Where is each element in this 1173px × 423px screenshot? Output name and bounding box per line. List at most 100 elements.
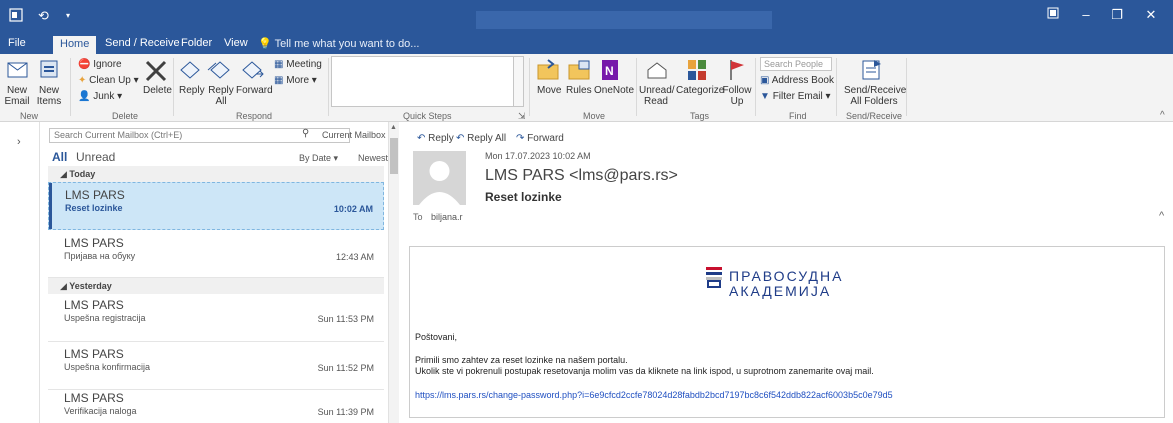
unread-read-icon <box>645 58 669 85</box>
collapse-header-icon[interactable]: ^ <box>1159 210 1164 222</box>
filter-unread[interactable]: Unread <box>76 150 115 164</box>
group-header-yesterday[interactable]: ◢ Yesterday <box>48 278 384 294</box>
tab-view[interactable]: View <box>224 37 248 49</box>
logo-line1: ПРАВОСУДНА <box>729 268 844 284</box>
reply-all-action[interactable]: ↶ Reply All <box>456 133 506 144</box>
restore-icon[interactable] <box>1043 7 1063 22</box>
reply-all-button[interactable]: Reply All <box>207 85 235 107</box>
categorize-icon <box>686 58 708 85</box>
reset-password-link[interactable]: https://lms.pars.rs/change-password.php?… <box>415 390 893 400</box>
delete-button[interactable]: Delete <box>143 85 172 96</box>
dialog-launcher-icon[interactable]: ⇲ <box>518 111 526 122</box>
message-sender: LMS PARS <box>64 391 124 405</box>
message-sender: LMS PARS <box>65 188 125 202</box>
sort-by-dropdown[interactable]: By Date ▾ <box>299 153 338 164</box>
forward-button[interactable]: Forward <box>236 85 273 96</box>
rules-icon <box>567 58 593 85</box>
to-recipient[interactable]: biljana.r <box>431 212 463 222</box>
search-icon[interactable]: ⚲ <box>302 128 309 139</box>
move-icon <box>536 58 562 85</box>
filter-icon: ▼ <box>760 91 770 102</box>
to-label: To <box>413 212 423 222</box>
delete-icon <box>143 58 169 87</box>
new-items-button[interactable]: New Items <box>32 85 66 107</box>
filter-email-button[interactable]: ▼ Filter Email ▾ <box>760 91 831 102</box>
forward-action[interactable]: ↷ Forward <box>516 133 564 144</box>
message-subject: Пријава на обуку <box>64 251 136 261</box>
quick-steps-gallery[interactable] <box>331 56 514 107</box>
message-sender-full[interactable]: LMS PARS <lms@pars.rs> <box>485 167 678 185</box>
search-scope-dropdown[interactable]: Current Mailbox ▾ <box>322 130 393 141</box>
reading-pane: ↶ Reply ↶ Reply All ↷ Forward Mon 17.07.… <box>401 122 1173 423</box>
more-icon: ▦ <box>274 75 284 86</box>
send-receive-all-button[interactable]: Send/Receive All Folders <box>844 85 906 107</box>
list-item[interactable]: LMS PARS Verifikacija naloga Sun 11:39 P… <box>48 390 384 423</box>
tell-me-text: Tell me what you want to do... <box>274 38 420 50</box>
group-send-receive-label: Send/Receive <box>846 111 903 121</box>
junk-button[interactable]: 👤 Junk ▾ <box>78 91 122 102</box>
cleanup-button[interactable]: ✦ Clean Up ▾ <box>78 75 139 86</box>
cleanup-icon: ✦ <box>78 75 87 86</box>
list-item[interactable]: LMS PARS Reset lozinke 10:02 AM <box>48 182 384 230</box>
customize-quick-access-icon[interactable]: ▾ <box>66 11 70 20</box>
title-search-box[interactable] <box>476 11 772 29</box>
divider <box>70 58 71 116</box>
message-list-scrollbar[interactable]: ▲ <box>388 122 399 423</box>
quick-steps-scroll[interactable] <box>514 56 524 107</box>
lightbulb-icon: 💡 <box>258 38 272 50</box>
list-item[interactable]: LMS PARS Uspešna konfirmacija Sun 11:52 … <box>48 342 384 390</box>
ribbon: New Email New Items New ⛔ Ignore ✦ Clean… <box>0 54 1173 122</box>
body-line1: Primili smo zahtev za reset lozinke na n… <box>415 355 628 365</box>
search-people-input[interactable]: Search People <box>760 57 832 71</box>
unread-read-button[interactable]: Unread/ Read <box>639 85 675 107</box>
message-subject: Reset lozinke <box>65 203 123 213</box>
email-body: ПРАВОСУДНА АКАДЕМИЈА Poštovani, Primili … <box>409 246 1165 418</box>
collapse-ribbon-icon[interactable]: ^ <box>1160 110 1165 121</box>
message-sender: LMS PARS <box>64 298 124 312</box>
new-items-icon <box>38 58 60 83</box>
message-date: Mon 17.07.2023 10:02 AM <box>485 151 591 161</box>
list-item[interactable]: LMS PARS Пријава на обуку 12:43 AM <box>48 230 384 278</box>
follow-up-flag-icon <box>727 58 747 85</box>
expand-folder-pane-icon[interactable]: › <box>17 136 21 148</box>
reply-all-icon <box>206 58 234 85</box>
tab-file[interactable]: File <box>8 37 26 49</box>
outlook-icon[interactable] <box>9 8 23 25</box>
close-icon[interactable]: ✕ <box>1141 7 1161 23</box>
tell-me-box[interactable]: 💡 Tell me what you want to do... <box>258 37 419 50</box>
list-item[interactable]: LMS PARS Uspešna registracija Sun 11:53 … <box>48 294 384 342</box>
message-time: 12:43 AM <box>335 252 374 262</box>
body-line2: Ukolik ste vi pokrenuli postupak resetov… <box>415 366 874 376</box>
new-email-button[interactable]: New Email <box>1 85 33 107</box>
group-new-label: New <box>20 111 39 121</box>
ribbon-tabs: File Home Send / Receive Folder View 💡 T… <box>0 34 1173 54</box>
maximize-icon[interactable]: ❐ <box>1107 7 1127 23</box>
more-button[interactable]: ▦ More ▾ <box>274 75 317 86</box>
reply-action[interactable]: ↶ Reply <box>417 133 454 144</box>
undo-icon[interactable]: ⟲ <box>38 8 49 24</box>
address-book-icon: ▣ <box>760 75 770 86</box>
divider <box>906 58 907 116</box>
reply-button[interactable]: Reply <box>179 85 205 96</box>
body-greeting: Poštovani, <box>415 332 458 342</box>
divider <box>328 58 329 116</box>
scroll-up-icon[interactable]: ▲ <box>390 124 397 131</box>
ignore-icon: ⛔ <box>78 59 91 70</box>
tab-folder[interactable]: Folder <box>181 37 212 49</box>
group-header-today[interactable]: ◢ Today <box>48 166 384 182</box>
tab-send-receive[interactable]: Send / Receive <box>105 37 180 49</box>
address-book-button[interactable]: ▣ Address Book <box>760 75 834 86</box>
minimize-icon[interactable]: – <box>1076 7 1096 22</box>
scroll-thumb[interactable] <box>390 138 398 174</box>
categorize-button[interactable]: Categorize <box>676 85 724 96</box>
move-button[interactable]: Move <box>537 85 561 96</box>
onenote-button[interactable]: OneNote <box>594 85 634 96</box>
group-delete-label: Delete <box>112 111 139 121</box>
tab-home[interactable]: Home <box>53 36 97 54</box>
group-respond-label: Respond <box>236 111 273 121</box>
follow-up-button[interactable]: Follow Up <box>722 85 752 107</box>
rules-button[interactable]: Rules <box>566 85 592 96</box>
meeting-button[interactable]: ▦ Meeting <box>274 59 322 70</box>
filter-all[interactable]: All <box>52 150 67 164</box>
ignore-button[interactable]: ⛔ Ignore <box>78 59 122 70</box>
